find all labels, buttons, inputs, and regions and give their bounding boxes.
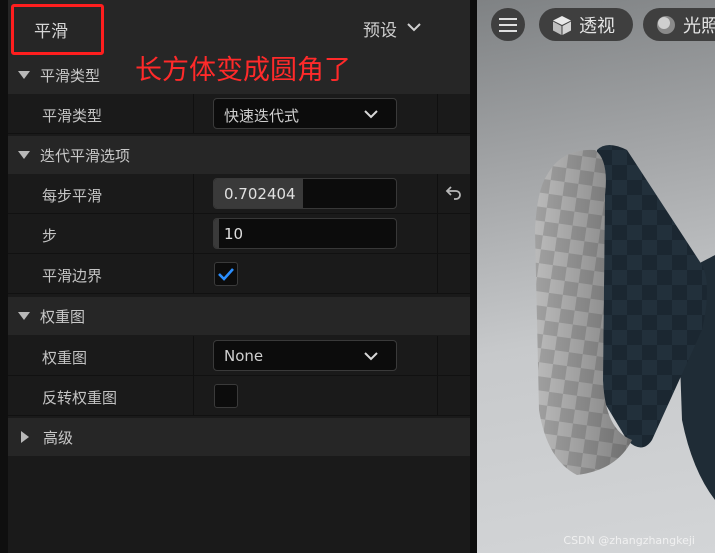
smooth-type-dropdown[interactable]: 快速迭代式 [213, 98, 397, 129]
lighting-label: 光照 [683, 15, 715, 37]
property-label: 权重图 [42, 349, 88, 367]
column-divider [437, 376, 438, 415]
weight-map-dropdown[interactable]: None [213, 340, 397, 371]
panel-left-border [0, 0, 8, 553]
preset-button[interactable]: 预设 [363, 14, 447, 42]
column-divider [193, 254, 194, 293]
column-divider [193, 376, 194, 415]
steps-input[interactable]: 10 [213, 218, 397, 249]
dropdown-value: 快速迭代式 [224, 107, 300, 125]
slider-fill [214, 219, 219, 248]
watermark: CSDN @zhangzhangkeji [563, 534, 695, 547]
collapse-arrow-icon [18, 71, 30, 79]
viewport-menu-button[interactable] [491, 8, 525, 41]
section-iterative-smoothing[interactable]: 迭代平滑选项 [8, 136, 470, 174]
chevron-down-icon [407, 20, 421, 36]
section-weight-map[interactable]: 权重图 [8, 297, 470, 335]
perspective-button[interactable]: 透视 [539, 8, 633, 41]
section-advanced[interactable]: 高级 [8, 418, 470, 456]
property-label: 平滑类型 [42, 107, 103, 125]
property-label: 步 [42, 227, 58, 245]
hamburger-icon [499, 17, 517, 32]
column-divider [193, 174, 194, 213]
checkmark-icon [218, 268, 234, 281]
property-label: 反转权重图 [42, 389, 118, 407]
expand-arrow-icon [21, 431, 29, 443]
panel-splitter[interactable] [470, 0, 477, 553]
annotation-text: 长方体变成圆角了 [135, 55, 351, 86]
reset-to-default-icon[interactable] [445, 184, 463, 204]
column-divider [193, 94, 194, 133]
property-row-weight-map: 权重图 None [8, 336, 470, 376]
section-label: 高级 [43, 428, 74, 447]
dropdown-value: None [224, 347, 264, 365]
chevron-down-icon [364, 107, 378, 123]
section-label: 权重图 [40, 307, 86, 326]
column-divider [193, 336, 194, 375]
property-row-smooth-boundary: 平滑边界 [8, 254, 470, 294]
steps-value: 10 [224, 225, 244, 243]
smooth-per-step-slider[interactable]: 0.702404 [213, 178, 397, 209]
smooth-boundary-checkbox[interactable] [214, 262, 238, 286]
column-divider [437, 336, 438, 375]
property-label: 每步平滑 [42, 187, 103, 205]
invert-weight-map-checkbox[interactable] [214, 384, 238, 408]
viewport-3d[interactable]: 透视 光照 CSDN @zhangzhangkeji [477, 0, 715, 553]
sphere-icon [657, 15, 675, 34]
chevron-down-icon [364, 349, 378, 365]
collapse-arrow-icon [18, 312, 30, 320]
rounded-box-mesh [535, 145, 715, 500]
property-row-invert-weight-map: 反转权重图 [8, 376, 470, 416]
property-row-smooth-type: 平滑类型 快速迭代式 [8, 94, 470, 134]
slider-value: 0.702404 [224, 185, 296, 203]
property-row-steps: 步 10 [8, 214, 470, 254]
column-divider [437, 214, 438, 253]
column-divider [437, 254, 438, 293]
property-label: 平滑边界 [42, 267, 103, 285]
cube-icon [553, 15, 571, 35]
preset-label: 预设 [363, 20, 397, 41]
column-divider [437, 174, 438, 213]
details-panel: 平滑 预设 平滑类型 平滑类型 快速迭代式 迭代平滑选项 每步平滑 0.7024… [0, 0, 470, 553]
collapse-arrow-icon [18, 151, 30, 159]
property-row-smooth-per-step: 每步平滑 0.702404 [8, 174, 470, 214]
column-divider [437, 94, 438, 133]
annotation-highlight-box [11, 4, 104, 55]
column-divider [193, 214, 194, 253]
perspective-label: 透视 [579, 15, 615, 37]
lighting-button[interactable]: 光照 [643, 8, 715, 41]
section-label: 平滑类型 [40, 66, 101, 85]
section-label: 迭代平滑选项 [40, 146, 131, 165]
